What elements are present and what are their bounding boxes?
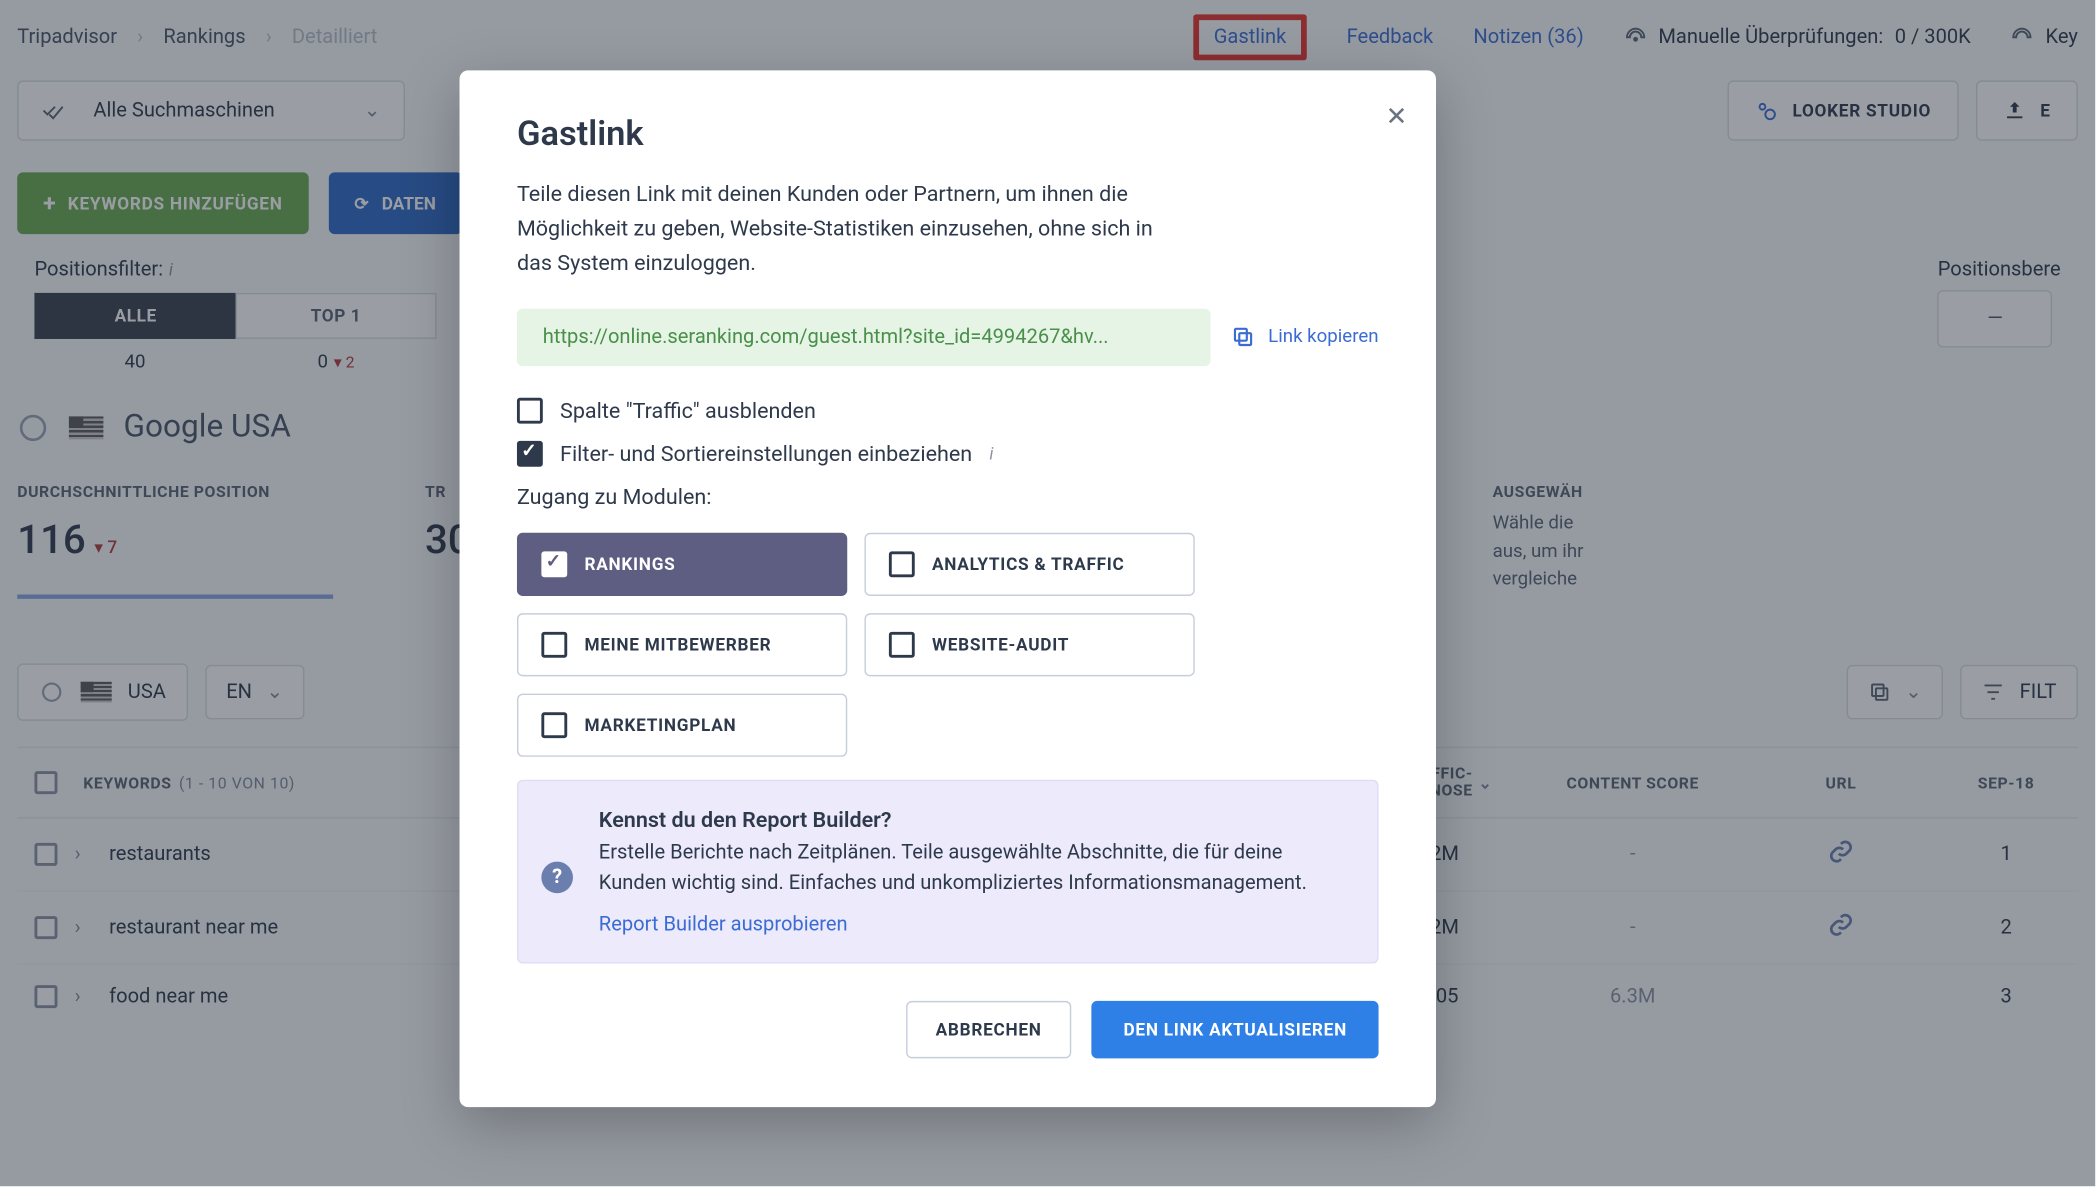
module-marketing[interactable]: MARKETINGPLAN [517,694,847,757]
copy-link-button[interactable]: Link kopieren [1231,325,1379,351]
hide-traffic-checkbox[interactable]: Spalte "Traffic" ausblenden [517,398,1379,424]
modal-description: Teile diesen Link mit deinen Kunden oder… [517,177,1192,280]
update-link-button[interactable]: DEN LINK AKTUALISIEREN [1092,1001,1379,1058]
module-competitors[interactable]: MEINE MITBEWERBER [517,613,847,676]
checkbox-icon [517,441,543,467]
promo-title: Kennst du den Report Builder? [599,807,1346,833]
include-filters-label: Filter- und Sortiereinstellungen einbezi… [560,441,972,467]
copy-link-label: Link kopieren [1268,326,1378,348]
module-audit[interactable]: WEBSITE-AUDIT [864,613,1194,676]
checkbox-icon [541,551,567,577]
hide-traffic-label: Spalte "Traffic" ausblenden [560,398,816,424]
modal-title: Gastlink [517,113,1379,153]
info-icon[interactable]: i [989,444,993,464]
module-rankings[interactable]: RANKINGS [517,533,847,596]
close-icon[interactable]: ✕ [1386,102,1408,132]
checkbox-icon [541,712,567,738]
promo-link[interactable]: Report Builder ausprobieren [599,913,1346,936]
guest-link-field[interactable]: https://online.seranking.com/guest.html?… [517,309,1211,366]
module-access-label: Zugang zu Modulen: [517,484,1379,510]
report-builder-promo: ? Kennst du den Report Builder? Erstelle… [517,780,1379,964]
copy-icon [1231,325,1257,351]
promo-desc: Erstelle Berichte nach Zeitplänen. Teile… [599,839,1346,899]
checkbox-icon [541,632,567,658]
module-analytics[interactable]: ANALYTICS & TRAFFIC [864,533,1194,596]
include-filters-checkbox[interactable]: Filter- und Sortiereinstellungen einbezi… [517,441,1379,467]
checkbox-icon [889,551,915,577]
cancel-button[interactable]: ABBRECHEN [905,1001,1071,1058]
checkbox-icon [889,632,915,658]
help-icon: ? [541,862,573,894]
checkbox-icon [517,398,543,424]
gastlink-modal: ✕ Gastlink Teile diesen Link mit deinen … [460,70,1436,1107]
